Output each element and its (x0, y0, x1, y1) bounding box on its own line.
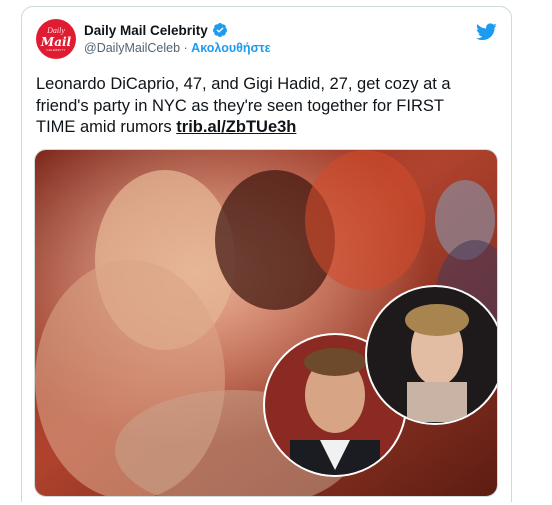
twitter-bird-icon[interactable] (476, 23, 497, 41)
separator-dot: · (180, 41, 192, 55)
handle-row: @DailyMailCeleb · Ακολουθήστε (84, 41, 271, 55)
account-avatar[interactable]: Daily Mail CELEBRITY (36, 19, 76, 59)
name-row: Daily Mail Celebrity (84, 22, 228, 38)
tweet-link[interactable]: trib.al/ZbTUe3h (176, 118, 296, 136)
tweet-text: Leonardo DiCaprio, 47, and Gigi Hadid, 2… (36, 74, 486, 139)
verified-badge-icon (212, 23, 227, 37)
tweet-card[interactable]: Daily Mail CELEBRITY Daily Mail Celebrit… (21, 6, 512, 502)
avatar-text-top: Daily (47, 25, 65, 35)
tweet-header: Daily Mail CELEBRITY Daily Mail Celebrit… (36, 19, 497, 63)
media-photo (35, 150, 497, 496)
account-handle[interactable]: @DailyMailCeleb (84, 41, 180, 55)
tweet-media-image[interactable] (34, 149, 498, 497)
avatar-text-bottom: CELEBRITY (46, 47, 66, 52)
avatar-text-main: Mail (40, 34, 72, 49)
follow-button[interactable]: Ακολουθήστε (191, 41, 270, 55)
account-display-name[interactable]: Daily Mail Celebrity (84, 23, 208, 38)
